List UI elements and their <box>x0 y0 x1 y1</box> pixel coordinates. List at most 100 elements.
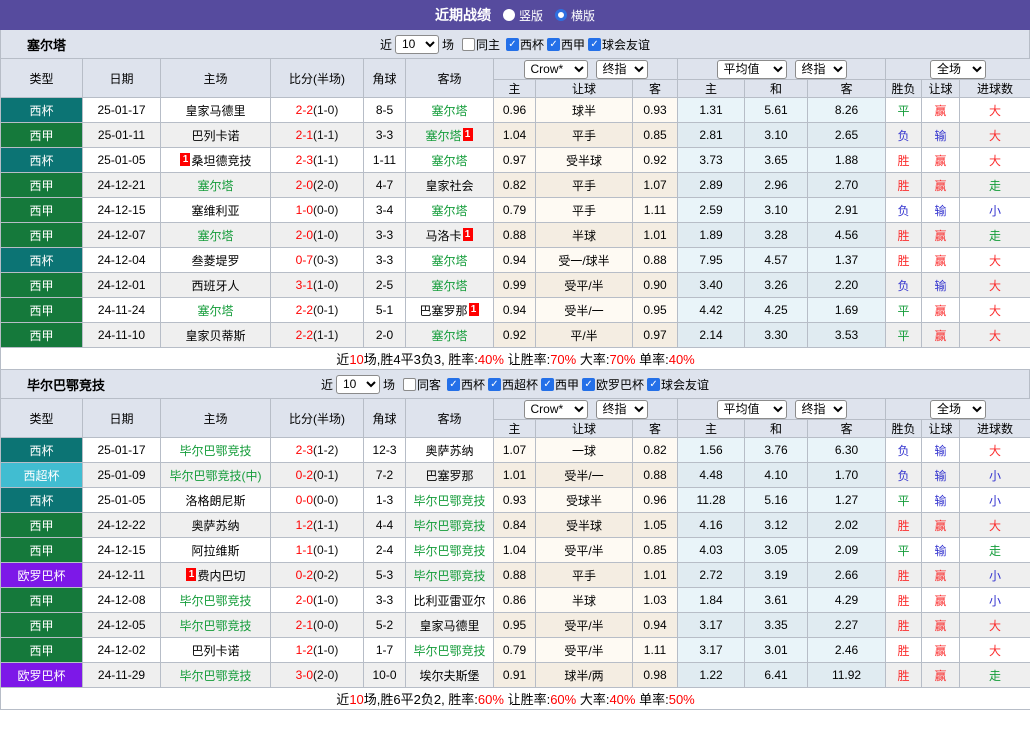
radio-horizontal-icon[interactable] <box>555 9 567 21</box>
handicap-result-cell: 赢 <box>922 223 960 248</box>
halftime-score: (2-0) <box>313 668 338 682</box>
corners-cell: 3-3 <box>364 123 406 148</box>
away-team-cell: 塞尔塔 <box>406 98 494 123</box>
league-checkbox[interactable]: ✓ <box>488 378 501 391</box>
league-checkbox[interactable]: ✓ <box>588 38 601 51</box>
final-europe-odds-select[interactable]: 终指 <box>795 60 847 79</box>
average-odds-select[interactable]: 平均值 <box>717 400 787 419</box>
column-header: 角球 <box>364 399 406 438</box>
handicap-result-cell: 赢 <box>922 663 960 688</box>
league-checkbox[interactable]: ✓ <box>541 378 554 391</box>
avg-away-odds-cell: 1.70 <box>808 463 886 488</box>
handicap-away-odds-cell: 0.85 <box>633 538 678 563</box>
corners-cell: 3-3 <box>364 588 406 613</box>
date-cell: 25-01-17 <box>83 98 161 123</box>
column-header: 角球 <box>364 59 406 98</box>
fulltime-score: 2-2 <box>296 103 313 117</box>
scope-select[interactable]: 全场 <box>930 60 986 79</box>
recent-label: 近 <box>321 376 333 393</box>
same-venue-checkbox[interactable] <box>462 38 475 51</box>
avg-draw-odds-cell: 5.16 <box>745 488 808 513</box>
handicap-away-odds-cell: 0.96 <box>633 488 678 513</box>
home-team-cell: 1费内巴切 <box>161 563 271 588</box>
handicap-result-cell: 输 <box>922 123 960 148</box>
handicap-line-cell: 半球 <box>536 588 633 613</box>
column-subheader: 进球数 <box>960 80 1030 98</box>
halftime-score: (1-0) <box>313 228 338 242</box>
radio-horizontal-label: 横版 <box>571 7 595 24</box>
league-filter-label: 西甲 <box>561 36 585 53</box>
away-team-cell: 毕尔巴鄂竞技 <box>406 563 494 588</box>
bookmaker-select[interactable]: Crow* <box>524 60 588 79</box>
column-header: 日期 <box>83 399 161 438</box>
column-header: 比分(半场) <box>271 399 364 438</box>
winloss-result-cell: 负 <box>886 463 922 488</box>
league-filter-label: 球会友谊 <box>602 36 650 53</box>
league-checkbox[interactable]: ✓ <box>506 38 519 51</box>
fulltime-score: 2-3 <box>296 443 313 457</box>
average-odds-select[interactable]: 平均值 <box>717 60 787 79</box>
recent-count-select[interactable]: 10 <box>336 375 380 394</box>
league-checkbox[interactable]: ✓ <box>647 378 660 391</box>
league-checkbox[interactable]: ✓ <box>547 38 560 51</box>
avg-draw-odds-cell: 3.30 <box>745 323 808 348</box>
handicap-away-odds-cell: 1.05 <box>633 513 678 538</box>
league-cell: 西杯 <box>1 148 83 173</box>
score-cell: 2-1(1-1) <box>271 123 364 148</box>
summary-label: 让胜率: <box>504 692 550 707</box>
final-odds-select[interactable]: 终指 <box>596 60 648 79</box>
handicap-away-odds-cell: 1.03 <box>633 588 678 613</box>
final-odds-select[interactable]: 终指 <box>596 400 648 419</box>
recent-count-select[interactable]: 10 <box>395 35 439 54</box>
team-name-text: 塞尔塔 <box>431 204 467 218</box>
avg-home-odds-cell: 4.48 <box>678 463 745 488</box>
home-team-cell: 塞尔塔 <box>161 223 271 248</box>
red-card-badge: 1 <box>463 128 473 141</box>
handicap-odds-header-group: Crow* 终指 <box>494 399 678 420</box>
column-header: 比分(半场) <box>271 59 364 98</box>
corners-cell: 10-0 <box>364 663 406 688</box>
score-cell: 2-2(1-1) <box>271 323 364 348</box>
scope-select[interactable]: 全场 <box>930 400 986 419</box>
avg-home-odds-cell: 1.56 <box>678 438 745 463</box>
column-header: 类型 <box>1 59 83 98</box>
winloss-result-cell: 负 <box>886 273 922 298</box>
handicap-result-cell: 输 <box>922 463 960 488</box>
handicap-away-odds-cell: 1.01 <box>633 223 678 248</box>
league-checkbox[interactable]: ✓ <box>582 378 595 391</box>
team-name-text: 毕尔巴鄂竞技(中) <box>170 469 262 483</box>
column-header: 客场 <box>406 399 494 438</box>
league-checkbox[interactable]: ✓ <box>447 378 460 391</box>
layout-option-horizontal[interactable]: 横版 <box>555 7 595 24</box>
team-name-text: 塞尔塔 <box>197 179 233 193</box>
same-venue-checkbox[interactable] <box>403 378 416 391</box>
handicap-line-cell: 平手 <box>536 198 633 223</box>
goals-result-cell: 大 <box>960 323 1030 348</box>
away-team-cell: 塞尔塔 <box>406 323 494 348</box>
halftime-score: (1-0) <box>313 103 338 117</box>
handicap-result-cell: 输 <box>922 438 960 463</box>
layout-option-vertical[interactable]: 竖版 <box>503 7 543 24</box>
corners-cell: 2-4 <box>364 538 406 563</box>
goals-result-cell: 大 <box>960 148 1030 173</box>
handicap-home-odds-cell: 1.04 <box>494 123 536 148</box>
team-name: 塞尔塔 <box>27 35 66 54</box>
final-europe-odds-select[interactable]: 终指 <box>795 400 847 419</box>
matches-table: 类型日期主场比分(半场)角球客场Crow*终指平均值终指全场主让球客主和客胜负让… <box>0 398 1030 710</box>
team-section: 毕尔巴鄂竞技近10场同客✓西杯✓西超杯✓西甲✓欧罗巴杯✓球会友谊类型日期主场比分… <box>0 370 1030 710</box>
top-title-bar: 近期战绩 竖版 横版 <box>0 0 1030 30</box>
handicap-home-odds-cell: 0.93 <box>494 488 536 513</box>
avg-home-odds-cell: 1.89 <box>678 223 745 248</box>
handicap-line-cell: 球半/两 <box>536 663 633 688</box>
league-cell: 西甲 <box>1 513 83 538</box>
match-row: 西甲25-01-11巴列卡诺2-1(1-1)3-3塞尔塔11.04平手0.852… <box>1 123 1030 148</box>
winloss-result-cell: 胜 <box>886 563 922 588</box>
radio-vertical-icon[interactable] <box>503 9 515 21</box>
score-cell: 1-0(0-0) <box>271 198 364 223</box>
bookmaker-select[interactable]: Crow* <box>524 400 588 419</box>
corners-cell: 5-3 <box>364 563 406 588</box>
goals-result-cell: 大 <box>960 638 1030 663</box>
league-cell: 西甲 <box>1 588 83 613</box>
fulltime-score: 0-2 <box>296 468 313 482</box>
corners-cell: 3-3 <box>364 223 406 248</box>
